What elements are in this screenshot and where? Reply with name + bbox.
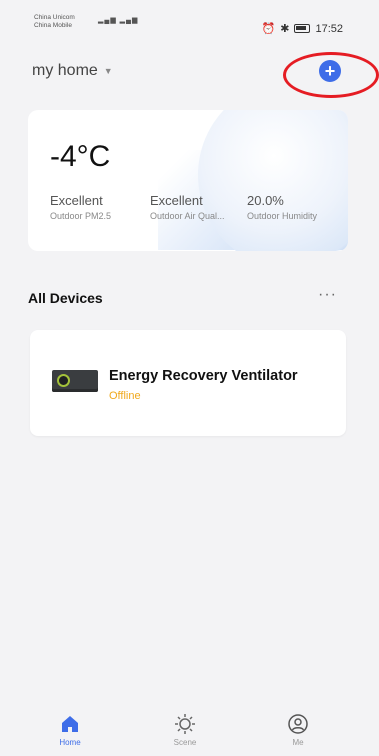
- status-right: ⏰ ✱ 17:52: [261, 22, 343, 36]
- device-card[interactable]: Energy Recovery Ventilator Offline: [30, 330, 346, 436]
- tab-home[interactable]: Home: [40, 712, 100, 747]
- device-name: Energy Recovery Ventilator: [109, 368, 298, 384]
- battery-icon: [294, 24, 311, 33]
- add-device-button[interactable]: +: [319, 60, 341, 82]
- tab-label: Me: [292, 738, 304, 747]
- temperature: -4°C: [50, 140, 111, 173]
- metric-value: Excellent: [50, 193, 103, 208]
- tab-label: Scene: [173, 738, 197, 747]
- metric-value: Excellent: [150, 193, 203, 208]
- alarm-icon: ⏰: [261, 23, 276, 35]
- more-dots-icon[interactable]: ···: [318, 286, 337, 304]
- metric-pm25: Excellent Outdoor PM2.5: [50, 193, 111, 221]
- signal-icon: ▂▄▆ ▂▄▆: [98, 17, 139, 24]
- ventilator-icon: [52, 370, 98, 392]
- tab-bar: Home Scene Me: [0, 712, 379, 756]
- home-selector[interactable]: my home ▼: [32, 62, 113, 80]
- status-bar: China Unicom China Mobile ▂▄▆ ▂▄▆ ⏰ ✱ 17…: [0, 0, 379, 44]
- carrier-2: China Mobile: [34, 22, 72, 29]
- weather-decoration: [198, 110, 348, 251]
- home-name: my home: [32, 62, 98, 79]
- weather-card[interactable]: -4°C Excellent Outdoor PM2.5 Excellent O…: [28, 110, 348, 251]
- metric-value: 20.0%: [247, 193, 284, 208]
- sun-icon: [175, 714, 195, 734]
- clock: 17:52: [315, 22, 343, 35]
- metric-label: Outdoor Air Qual...: [150, 211, 225, 221]
- metric-label: Outdoor PM2.5: [50, 211, 112, 221]
- carrier-info: China Unicom China Mobile: [34, 14, 75, 30]
- tab-scene[interactable]: Scene: [155, 712, 215, 747]
- metric-humidity: 20.0% Outdoor Humidity: [247, 193, 317, 221]
- metric-air-quality: Excellent Outdoor Air Qual...: [150, 193, 230, 221]
- plus-icon: +: [324, 61, 336, 81]
- section-title: All Devices: [28, 290, 103, 306]
- metric-label: Outdoor Humidity: [247, 211, 318, 221]
- tab-me[interactable]: Me: [268, 712, 328, 747]
- bluetooth-icon: ✱: [280, 23, 290, 35]
- tab-label: Home: [59, 738, 81, 747]
- carrier-1: China Unicom: [34, 14, 75, 21]
- home-icon: [62, 716, 78, 732]
- person-icon: [288, 714, 308, 734]
- caret-down-icon: ▼: [103, 66, 113, 76]
- device-status: Offline: [109, 390, 141, 402]
